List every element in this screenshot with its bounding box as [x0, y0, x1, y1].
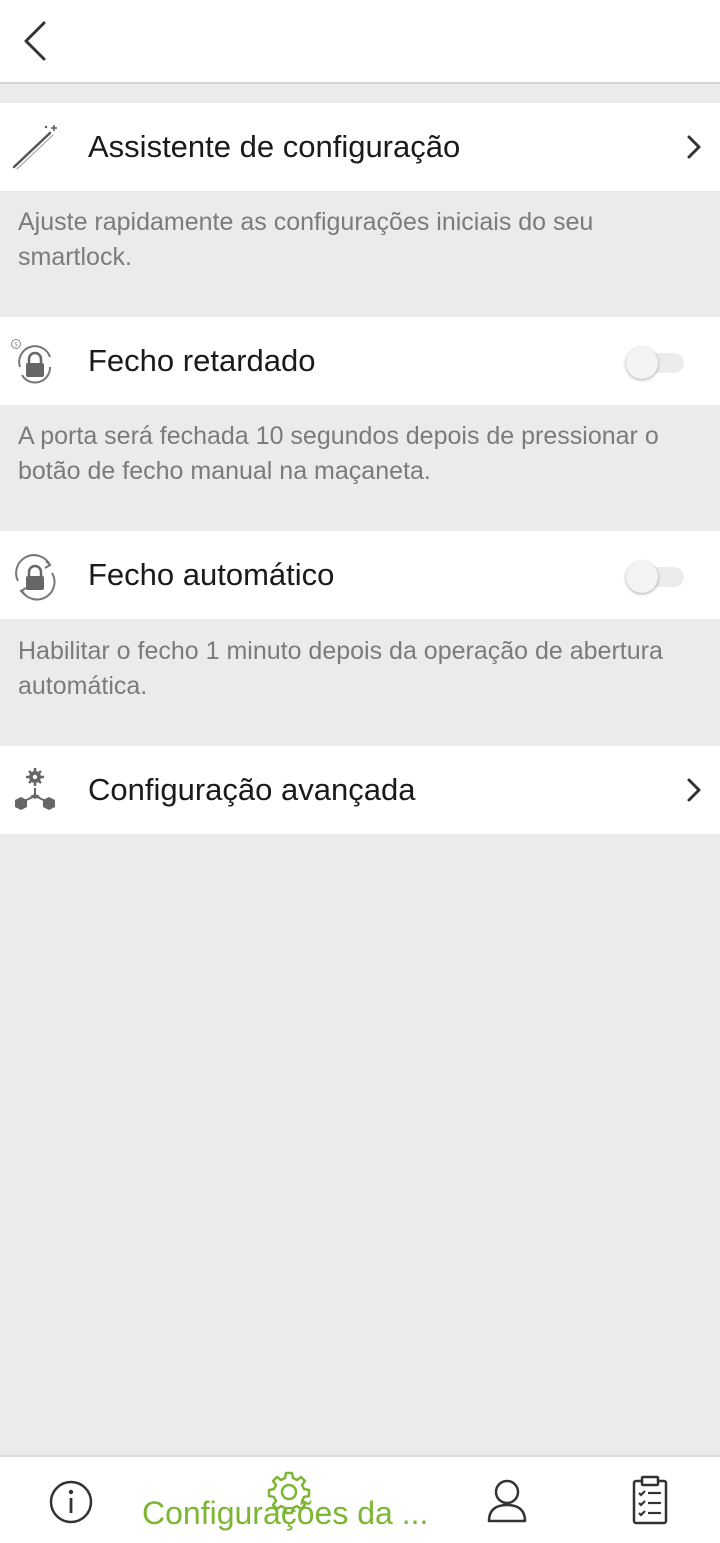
nav-settings-label[interactable]: Configurações da ...: [142, 1495, 428, 1532]
nav-users[interactable]: [484, 1477, 530, 1525]
user-icon: [487, 1479, 527, 1523]
magic-wand-icon: [12, 125, 57, 170]
setup-assistant-description: Ajuste rapidamente as configurações inic…: [18, 208, 594, 271]
setup-assistant-row[interactable]: Assistente de configuração: [0, 103, 720, 191]
auto-lock-icon: [15, 554, 56, 601]
delayed-lock-description: A porta será fechada 10 segundos depois …: [18, 422, 659, 485]
delayed-lock-row: S Fecho retardado: [0, 317, 720, 405]
auto-lock-row: Fecho automático: [0, 531, 720, 619]
nav-log[interactable]: [628, 1475, 672, 1527]
auto-lock-description: Habilitar o fecho 1 minuto depois da ope…: [18, 637, 663, 700]
delayed-lock-icon: S: [11, 339, 52, 384]
advanced-settings-label: Configuração avançada: [88, 772, 416, 807]
chevron-left-icon: [24, 21, 46, 61]
chevron-right-icon: [687, 778, 701, 802]
toggle-knob: [626, 347, 658, 379]
svg-text:S: S: [14, 342, 18, 349]
bottom-navigation: Configurações da ...: [0, 1455, 720, 1543]
auto-lock-toggle[interactable]: [626, 561, 684, 593]
top-bar: [0, 0, 720, 84]
chevron-right-icon: [687, 135, 701, 159]
advanced-settings-icon: [15, 768, 55, 810]
auto-lock-label: Fecho automático: [88, 557, 335, 592]
checklist-icon: [632, 1475, 668, 1525]
delayed-lock-toggle[interactable]: [626, 347, 684, 379]
setup-assistant-label: Assistente de configuração: [88, 129, 461, 164]
back-button[interactable]: [18, 18, 62, 64]
delayed-lock-label: Fecho retardado: [88, 343, 316, 378]
info-icon: [49, 1480, 93, 1524]
nav-info[interactable]: [48, 1479, 94, 1525]
advanced-settings-row[interactable]: Configuração avançada: [0, 746, 720, 834]
toggle-knob: [626, 561, 658, 593]
